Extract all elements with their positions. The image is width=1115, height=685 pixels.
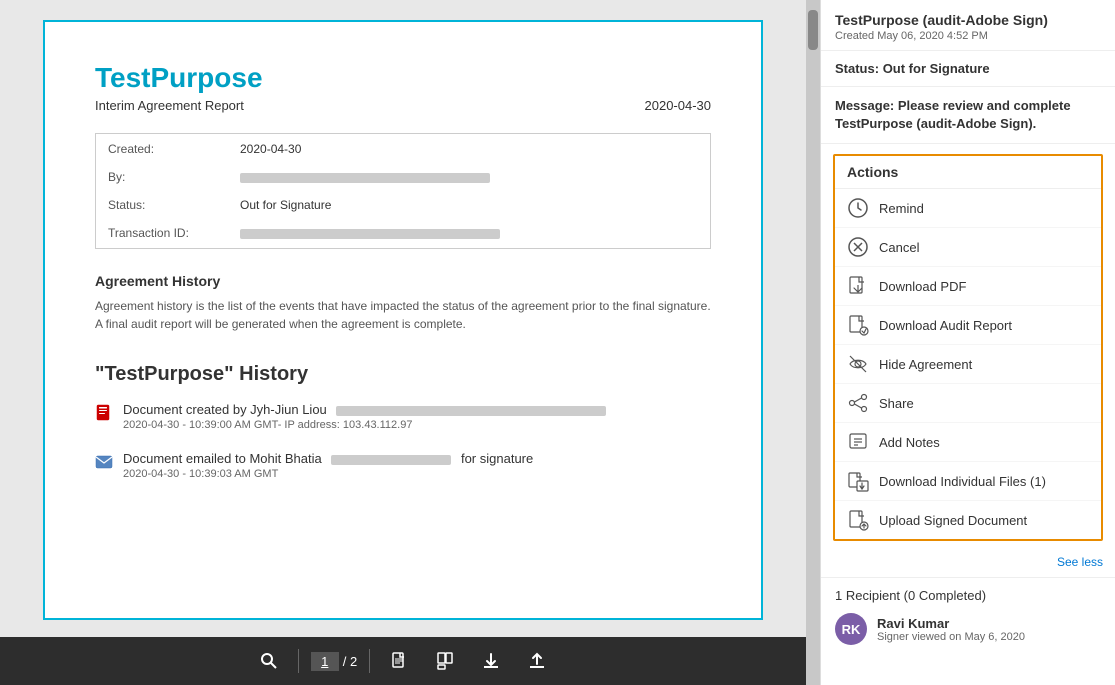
avatar: RK [835, 613, 867, 645]
doc-title: TestPurpose [95, 62, 711, 94]
created-value: 2020-04-30 [230, 136, 708, 162]
transaction-redacted [240, 229, 500, 239]
document-viewer: ⧉ TestPurpose Interim Agreement Report 2… [0, 0, 806, 685]
created-label: Created: [98, 136, 228, 162]
history-created-redacted [336, 406, 606, 416]
action-download-audit[interactable]: Download Audit Report [835, 306, 1101, 345]
page-view-button[interactable] [428, 648, 462, 674]
share-icon [847, 392, 869, 414]
history-item: Document created by Jyh-Jiun Liou 2020-0… [95, 402, 711, 431]
status-label: Status: [835, 61, 879, 76]
by-redacted [240, 173, 490, 183]
history-item-created: Document created by Jyh-Jiun Liou 2020-0… [123, 402, 606, 431]
status-value: Out for Signature [883, 61, 990, 76]
status-label: Status: [98, 192, 228, 218]
recipient-section: 1 Recipient (0 Completed) RK Ravi Kumar … [821, 577, 1115, 655]
message-label: Message: [835, 98, 894, 113]
right-panel: TestPurpose (audit-Adobe Sign) Created M… [820, 0, 1115, 685]
action-cancel[interactable]: Cancel [835, 228, 1101, 267]
upload-signed-icon [847, 509, 869, 531]
see-less-button[interactable]: See less [821, 551, 1115, 577]
add-notes-label: Add Notes [879, 435, 940, 450]
action-share[interactable]: Share [835, 384, 1101, 423]
doc-date: 2020-04-30 [645, 98, 712, 113]
recipient-title: 1 Recipient (0 Completed) [835, 588, 1101, 603]
recipient-name: Ravi Kumar [877, 616, 1025, 631]
status-value: Out for Signature [230, 192, 708, 218]
cancel-label: Cancel [879, 240, 919, 255]
total-pages: / 2 [343, 654, 357, 669]
download-individual-label: Download Individual Files (1) [879, 474, 1046, 489]
share-label: Share [879, 396, 914, 411]
agreement-history-title: Agreement History [95, 273, 711, 289]
recipient-viewed: Signer viewed on May 6, 2020 [877, 631, 1025, 643]
history-item-emailed-date: 2020-04-30 - 10:39:03 AM GMT [123, 468, 533, 480]
actions-panel: Actions Remind Cancel [833, 154, 1103, 541]
page-indicator: 1 / 2 [311, 652, 357, 671]
download-pdf-icon [847, 275, 869, 297]
actions-title: Actions [835, 156, 1101, 189]
upload-button[interactable] [520, 648, 554, 674]
history-item-emailed-text: Document emailed to Mohit Bhatia [123, 451, 322, 466]
download-files-icon [847, 470, 869, 492]
history-item: Document emailed to Mohit Bhatia for sig… [95, 451, 711, 480]
recipient-item: RK Ravi Kumar Signer viewed on May 6, 20… [835, 613, 1101, 645]
by-label: By: [98, 164, 228, 190]
history-emailed-redacted [331, 455, 451, 465]
history-section-title: "TestPurpose" History [95, 363, 711, 386]
doc-page: TestPurpose Interim Agreement Report 202… [43, 20, 763, 620]
rp-created: Created May 06, 2020 4:52 PM [835, 30, 1101, 42]
download-button[interactable] [474, 648, 508, 674]
meta-table: Created: 2020-04-30 By: Status: Out for … [95, 133, 711, 249]
hide-agreement-label: Hide Agreement [879, 357, 972, 372]
rp-message: Message: Please review and complete Test… [821, 87, 1115, 144]
file-icon-button[interactable] [382, 648, 416, 674]
download-audit-icon [847, 314, 869, 336]
action-remind[interactable]: Remind [835, 189, 1101, 228]
action-download-individual[interactable]: Download Individual Files (1) [835, 462, 1101, 501]
transaction-label: Transaction ID: [98, 220, 228, 246]
download-pdf-label: Download PDF [879, 279, 966, 294]
scroll-thumb[interactable] [808, 10, 818, 50]
toolbar-divider [298, 649, 299, 673]
emailed-doc-icon [95, 453, 113, 471]
recipient-info: Ravi Kumar Signer viewed on May 6, 2020 [877, 616, 1025, 643]
history-item-emailed: Document emailed to Mohit Bhatia for sig… [123, 451, 533, 480]
rp-status: Status: Out for Signature [821, 51, 1115, 87]
remind-icon [847, 197, 869, 219]
action-add-notes[interactable]: Add Notes [835, 423, 1101, 462]
current-page-input[interactable]: 1 [311, 652, 339, 671]
search-button[interactable] [252, 648, 286, 674]
agreement-history-desc: Agreement history is the list of the eve… [95, 297, 711, 333]
rp-title: TestPurpose (audit-Adobe Sign) [835, 12, 1101, 28]
notes-icon [847, 431, 869, 453]
action-upload-signed[interactable]: Upload Signed Document [835, 501, 1101, 539]
history-item-created-text: Document created by Jyh-Jiun Liou [123, 402, 327, 417]
doc-subtitle: Interim Agreement Report [95, 98, 244, 113]
toolbar-divider-2 [369, 649, 370, 673]
history-item-emailed-suffix: for signature [461, 451, 533, 466]
upload-signed-label: Upload Signed Document [879, 513, 1027, 528]
remind-label: Remind [879, 201, 924, 216]
action-download-pdf[interactable]: Download PDF [835, 267, 1101, 306]
download-audit-label: Download Audit Report [879, 318, 1012, 333]
rp-header: TestPurpose (audit-Adobe Sign) Created M… [821, 0, 1115, 51]
hide-icon [847, 353, 869, 375]
cancel-icon [847, 236, 869, 258]
scrollbar[interactable] [806, 0, 820, 685]
history-item-created-date: 2020-04-30 - 10:39:00 AM GMT- IP address… [123, 419, 606, 431]
doc-toolbar: 1 / 2 [0, 637, 806, 685]
action-hide-agreement[interactable]: Hide Agreement [835, 345, 1101, 384]
doc-scroll-area[interactable]: ⧉ TestPurpose Interim Agreement Report 2… [0, 0, 806, 637]
created-doc-icon [95, 404, 113, 422]
